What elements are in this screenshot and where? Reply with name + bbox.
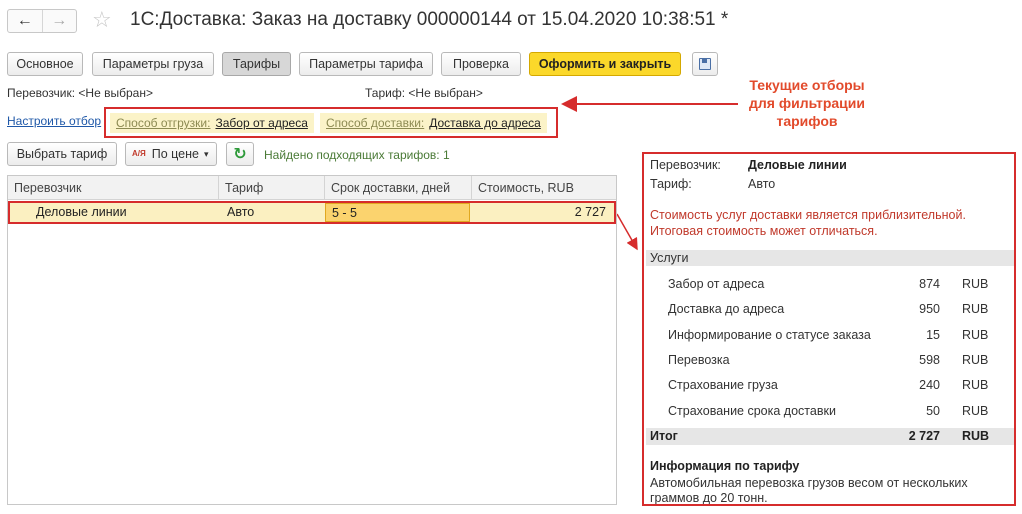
select-tariff-button[interactable]: Выбрать тариф — [7, 142, 117, 166]
service-amount: 15 — [926, 328, 940, 342]
price-warning-line: Стоимость услуг доставки является прибли… — [650, 208, 966, 222]
service-name: Страхование срока доставки — [668, 404, 836, 418]
service-name: Информирование о статусе заказа — [668, 328, 871, 342]
chevron-down-icon: ▾ — [204, 148, 209, 159]
column-header-cost[interactable]: Стоимость, RUB — [472, 176, 616, 200]
refresh-button[interactable]: ↻ — [226, 142, 254, 166]
service-amount: 50 — [926, 404, 940, 418]
service-amount: 950 — [919, 302, 940, 316]
tariff-info-line: граммов до 20 тонн. — [650, 491, 768, 505]
total-band — [646, 428, 1014, 445]
sort-dropdown[interactable]: А/Я По цене ▾ — [125, 142, 217, 166]
services-header: Услуги — [650, 251, 689, 265]
cell-cost: 2 727 — [574, 205, 606, 219]
service-currency: RUB — [962, 378, 989, 392]
service-name: Перевозка — [668, 353, 730, 367]
column-header-tariff[interactable]: Тариф — [219, 176, 325, 200]
panel-carrier-value: Деловые линии — [748, 158, 847, 172]
tariffs-table: Перевозчик Тариф Срок доставки, дней Сто… — [7, 175, 617, 505]
price-warning-line: Итоговая стоимость может отличаться. — [650, 224, 878, 238]
service-currency: RUB — [962, 353, 989, 367]
service-amount: 240 — [919, 378, 940, 392]
panel-tariff-label: Тариф: — [650, 177, 692, 191]
annotation-line: для фильтрации — [749, 95, 865, 111]
annotation-line: тарифов — [776, 113, 838, 129]
service-amount: 874 — [919, 277, 940, 291]
total-currency: RUB — [962, 429, 990, 443]
cell-carrier: Деловые линии — [36, 205, 127, 219]
refresh-icon: ↻ — [233, 146, 247, 163]
found-count-text: Найдено подходящих тарифов: 1 — [264, 148, 450, 162]
service-name: Забор от адреса — [668, 277, 765, 291]
column-header-carrier[interactable]: Перевозчик — [8, 176, 219, 200]
tariff-info-line: Автомобильная перевозка грузов весом от … — [650, 476, 968, 490]
service-amount: 598 — [919, 353, 940, 367]
column-header-term[interactable]: Срок доставки, дней — [325, 176, 472, 200]
service-name: Страхование груза — [668, 378, 778, 392]
annotation-text: Текущие отборы для фильтрации тарифов — [722, 76, 892, 130]
service-currency: RUB — [962, 404, 989, 418]
tariff-detail-panel: Перевозчик: Деловые линии Тариф: Авто Ст… — [642, 152, 1016, 506]
table-header: Перевозчик Тариф Срок доставки, дней Сто… — [8, 176, 616, 200]
services-header-band — [646, 250, 1014, 266]
service-name: Доставка до адреса — [668, 302, 785, 316]
service-currency: RUB — [962, 302, 989, 316]
service-currency: RUB — [962, 328, 989, 342]
sort-label: По цене — [151, 147, 199, 161]
table-row[interactable]: Деловые линии Авто 5 - 5 2 727 — [8, 201, 616, 224]
cell-tariff: Авто — [227, 205, 255, 219]
service-currency: RUB — [962, 277, 989, 291]
panel-carrier-label: Перевозчик: — [650, 158, 721, 172]
total-amount: 2 727 — [908, 429, 940, 443]
panel-tariff-value: Авто — [748, 177, 776, 191]
arrow-to-panel — [616, 213, 638, 251]
cell-term[interactable]: 5 - 5 — [325, 203, 470, 222]
tariff-info-title: Информация по тарифу — [650, 459, 800, 473]
annotation-line: Текущие отборы — [749, 77, 865, 93]
sort-az-icon: А/Я — [132, 149, 146, 158]
total-label: Итог — [650, 429, 678, 443]
